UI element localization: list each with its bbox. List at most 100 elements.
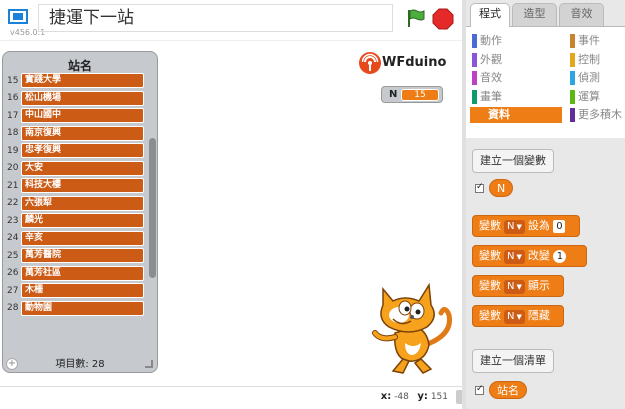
category-label: 偵測 [578,71,600,84]
variable-monitor[interactable]: N 15 [381,86,443,103]
change-variable-block[interactable]: 變數 N ▼ 改變 1 [472,245,587,267]
category-color-swatch [570,34,575,48]
category-8[interactable]: 運算 [568,89,625,105]
set-value-input[interactable]: 0 [553,220,566,233]
list-item-value[interactable]: 實踐大學 [21,73,144,89]
category-label: 運算 [578,89,600,103]
list-item[interactable]: 23 麟光 [6,212,146,230]
list-item[interactable]: 28 動物園 [6,300,146,318]
make-variable-button[interactable]: 建立一個變數 [472,149,554,173]
list-item-index: 21 [7,180,19,191]
list-item-index: 22 [7,198,19,209]
tab-sounds[interactable]: 音效 [559,3,604,26]
list-item-index: 24 [7,233,19,244]
list-item[interactable]: 26 萬芳社區 [6,265,146,283]
variable-dropdown[interactable]: N ▼ [504,220,525,234]
tab-scripts[interactable]: 程式 [470,3,510,27]
list-item[interactable]: 19 忠孝復興 [6,142,146,160]
category-color-swatch [472,71,477,85]
y-value: 151 [430,392,448,402]
hide-block-op: 隱藏 [527,309,550,322]
list-item[interactable]: 25 萬芳醫院 [6,247,146,265]
category-5[interactable]: 音效 [470,70,562,86]
set-block-label: 變數 [479,219,501,232]
list-item[interactable]: 16 松山機場 [6,90,146,108]
variable-dropdown[interactable]: N ▼ [504,280,525,294]
green-flag-icon[interactable] [405,8,425,28]
list-item-value[interactable]: 六張犁 [21,195,144,211]
list-item-value[interactable]: 萬芳社區 [21,265,144,281]
variable-name: N [389,89,398,100]
fullscreen-icon[interactable] [8,9,28,24]
list-item-value[interactable]: 動物園 [21,300,144,316]
list-item-index: 20 [7,163,19,174]
tab-costumes[interactable]: 造型 [512,3,557,26]
list-item-index: 27 [7,285,19,296]
category-3[interactable]: 外觀 [470,52,562,68]
scratch-editor: v456.0.1 捷運下一站 站名 15 實踐大學 16 松山機場 17 中山國中 18 南京… [0,0,625,409]
list-item[interactable]: 18 南京復興 [6,125,146,143]
list-item[interactable]: 24 辛亥 [6,230,146,248]
category-color-swatch [570,89,575,104]
list-item-index: 19 [7,145,19,156]
hide-variable-block[interactable]: 變數 N ▼ 隱藏 [472,305,564,327]
list-reporter-block[interactable]: 站名 [489,381,527,399]
list-item-value[interactable]: 中山國中 [21,108,144,124]
category-9[interactable]: 資料 [470,107,562,123]
stop-sign-icon[interactable] [432,8,454,30]
list-item[interactable]: 22 六張犁 [6,195,146,213]
category-2[interactable]: 事件 [568,33,625,49]
list-item-value[interactable]: 科技大樓 [21,178,144,194]
list-item-index: 28 [7,303,19,314]
category-1[interactable]: 動作 [470,33,562,49]
list-item-value[interactable]: 南京復興 [21,125,144,141]
change-block-label: 變數 [479,249,501,262]
xy-readout: x: -48 y: 151 [381,391,448,402]
list-item[interactable]: 27 木柵 [6,282,146,300]
list-item-value[interactable]: 松山機場 [21,90,144,106]
dropdown-arrow-icon: ▼ [516,283,522,291]
list-item-value[interactable]: 忠孝復興 [21,143,144,159]
category-label: 事件 [578,34,600,47]
list-length-label: 項目數: 28 [55,359,105,370]
change-block-op: 改變 [527,249,550,262]
category-label: 音效 [480,71,502,84]
list-item-value[interactable]: 萬芳醫院 [21,248,144,264]
list-checkbox[interactable] [475,384,484,395]
variable-dropdown[interactable]: N ▼ [504,250,525,264]
show-variable-block[interactable]: 變數 N ▼ 顯示 [472,275,564,297]
change-value-input[interactable]: 1 [553,250,567,263]
list-item-index: 15 [7,75,19,86]
category-7[interactable]: 畫筆 [470,89,562,105]
variable-checkbox[interactable] [475,182,484,193]
category-color-swatch [570,52,575,67]
resize-handle-icon[interactable] [145,360,153,368]
category-10[interactable]: 更多積木 [568,107,625,123]
set-variable-block[interactable]: 變數 N ▼ 設為 0 [472,215,580,237]
list-item-value[interactable]: 大安 [21,160,144,176]
category-6[interactable]: 偵測 [568,70,625,86]
list-item-value[interactable]: 辛亥 [21,230,144,246]
list-rows: 15 實踐大學 16 松山機場 17 中山國中 18 南京復興 19 忠孝復興 20 大安 21 科技大樓… [6,72,146,317]
list-monitor[interactable]: 站名 15 實踐大學 16 松山機場 17 中山國中 18 南京復興 19 忠孝復興 20 大安 21 科… [2,51,158,373]
blocks-panel: 程式 造型 音效 動作事件外觀控制音效偵測畫筆運算資料更多積木 建立一個變數 N… [466,0,625,409]
variable-reporter-block[interactable]: N [489,179,514,197]
make-list-button[interactable]: 建立一個清單 [472,349,554,373]
list-item[interactable]: 20 大安 [6,160,146,178]
list-item[interactable]: 17 中山國中 [6,107,146,125]
project-title-input[interactable]: 捷運下一站 [38,4,393,32]
category-label: 動作 [480,34,502,47]
category-color-swatch [472,34,477,48]
cat-sprite-icon[interactable] [365,275,460,375]
list-item-value[interactable]: 木柵 [21,283,144,299]
variable-dropdown[interactable]: N ▼ [504,310,525,324]
category-4[interactable]: 控制 [568,52,625,68]
list-item[interactable]: 21 科技大樓 [6,177,146,195]
category-label: 畫筆 [480,89,502,103]
logo-text: WFduino [382,55,447,70]
list-scrollbar[interactable] [149,138,156,278]
list-item-index: 17 [7,110,19,121]
list-item-value[interactable]: 麟光 [21,213,144,229]
category-label: 控制 [578,52,600,66]
list-item[interactable]: 15 實踐大學 [6,72,146,90]
